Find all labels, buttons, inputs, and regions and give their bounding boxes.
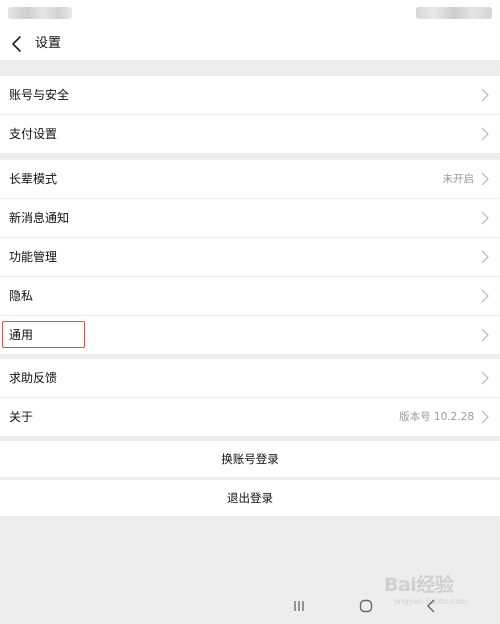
system-nav-bar xyxy=(0,590,500,624)
item-label: 长辈模式 xyxy=(9,172,58,186)
system-back-icon[interactable] xyxy=(426,599,436,613)
logout-label: 退出登录 xyxy=(227,491,273,505)
item-label: 求助反馈 xyxy=(9,371,58,385)
chevron-right-icon xyxy=(481,88,489,102)
recents-icon[interactable] xyxy=(292,600,306,612)
settings-item-notifications[interactable]: 新消息通知 xyxy=(0,199,500,237)
status-bar-right-blurred xyxy=(416,7,492,19)
switch-account-label: 换账号登录 xyxy=(221,452,279,466)
chevron-right-icon xyxy=(481,328,489,342)
settings-item-help-feedback[interactable]: 求助反馈 xyxy=(0,359,500,397)
item-label: 账号与安全 xyxy=(9,88,70,102)
header: 设置 xyxy=(0,28,500,60)
chevron-right-icon xyxy=(481,127,489,141)
item-label: 新消息通知 xyxy=(9,211,70,225)
chevron-right-icon xyxy=(481,289,489,303)
item-label: 支付设置 xyxy=(9,127,58,141)
version-value: 版本号 10.2.28 xyxy=(399,411,474,423)
settings-item-payment[interactable]: 支付设置 xyxy=(0,115,500,153)
chevron-right-icon xyxy=(481,172,489,186)
item-label: 功能管理 xyxy=(9,250,58,264)
status-bar-left-blurred xyxy=(8,7,72,19)
page-title: 设置 xyxy=(35,36,62,51)
home-icon[interactable] xyxy=(359,599,373,613)
chevron-right-icon xyxy=(481,211,489,225)
chevron-right-icon xyxy=(481,410,489,424)
settings-item-privacy[interactable]: 隐私 xyxy=(0,277,500,315)
logout-button[interactable]: 退出登录 xyxy=(0,480,500,516)
item-label: 关于 xyxy=(9,410,34,424)
status-bar xyxy=(0,0,500,28)
back-arrow-icon[interactable] xyxy=(8,34,28,54)
chevron-right-icon xyxy=(481,371,489,385)
chevron-right-icon xyxy=(481,250,489,264)
highlight-box xyxy=(2,321,85,348)
settings-item-elder-mode[interactable]: 长辈模式 未开启 xyxy=(0,160,500,198)
settings-item-account-security[interactable]: 账号与安全 xyxy=(0,76,500,114)
switch-account-button[interactable]: 换账号登录 xyxy=(0,441,500,477)
settings-item-features[interactable]: 功能管理 xyxy=(0,238,500,276)
settings-item-about[interactable]: 关于 版本号 10.2.28 xyxy=(0,398,500,436)
item-label: 隐私 xyxy=(9,289,34,303)
item-value: 未开启 xyxy=(442,173,475,185)
